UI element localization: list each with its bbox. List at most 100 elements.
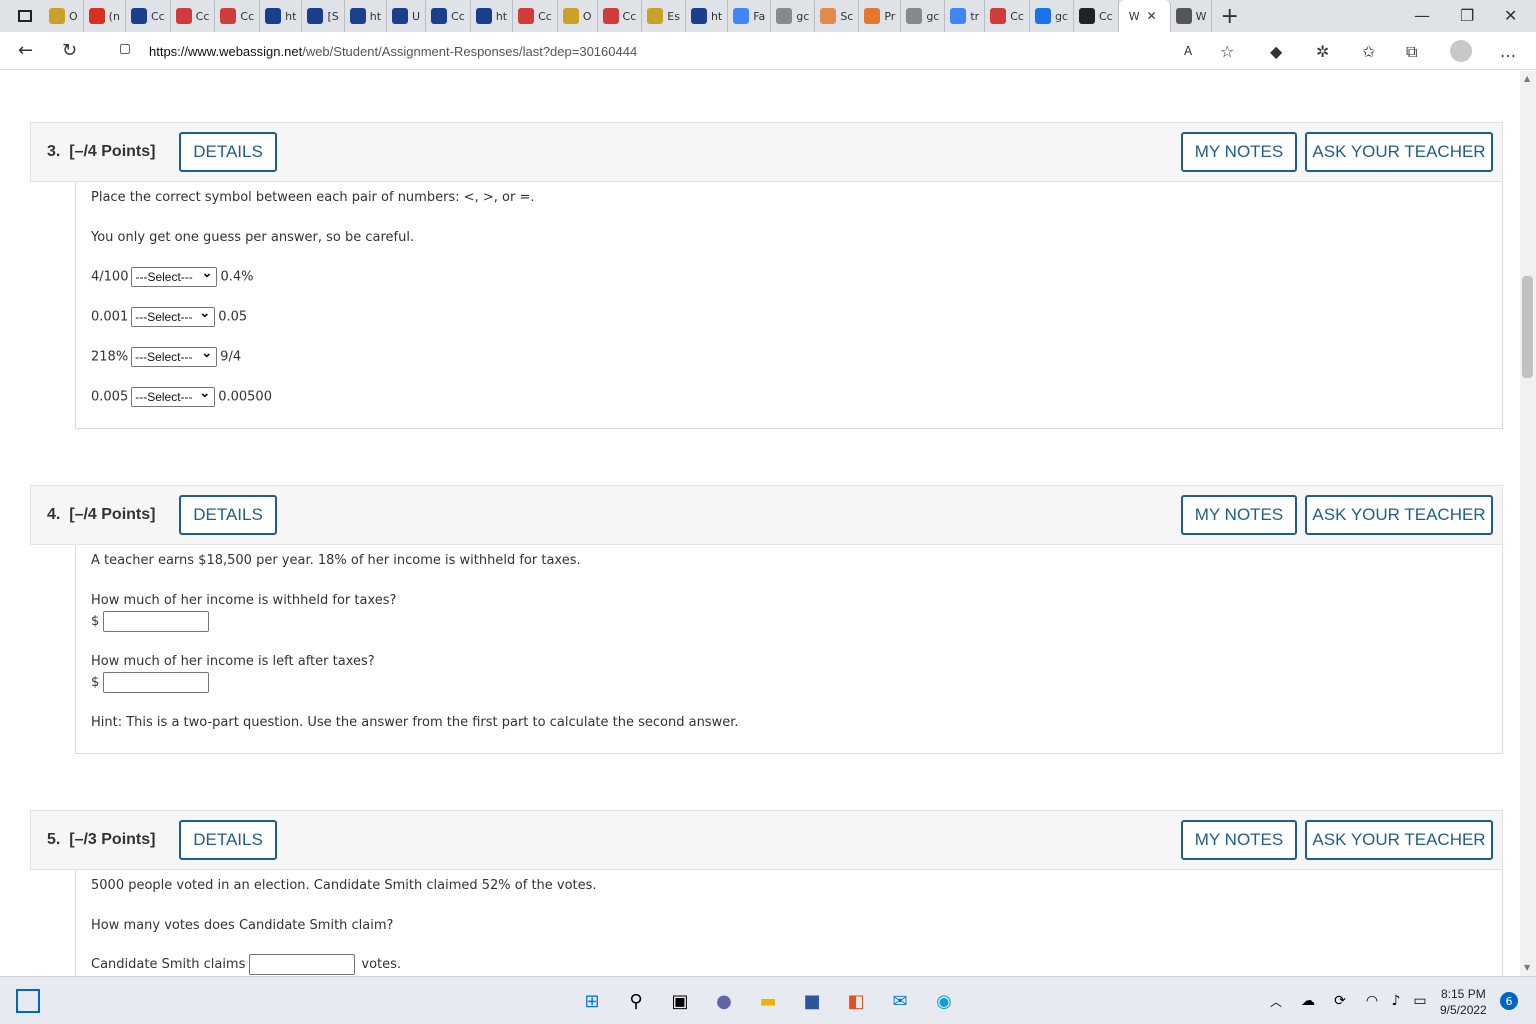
volume-icon[interactable]: ♪ — [1384, 989, 1408, 1013]
refresh-icon[interactable]: ↻ — [62, 40, 77, 61]
scroll-up-icon[interactable]: ▲ — [1524, 74, 1530, 83]
browser-tab[interactable]: ht — [260, 0, 303, 32]
c-icon — [820, 8, 837, 24]
browser-tab[interactable]: gc — [1030, 0, 1074, 32]
ask-your-teacher-button[interactable]: ASK YOUR TEACHER — [1305, 495, 1493, 535]
details-button[interactable]: DETAILS — [179, 820, 277, 860]
favorite-add-icon[interactable]: ☆ — [1220, 42, 1234, 61]
star-icon — [475, 8, 492, 24]
scroll-down-icon[interactable]: ▼ — [1524, 963, 1530, 972]
search-icon — [1034, 8, 1051, 24]
profile-avatar[interactable] — [1450, 40, 1472, 62]
chevron-up-icon[interactable]: ︿ — [1264, 989, 1288, 1013]
clock[interactable]: 8:15 PM 9/5/2022 — [1440, 986, 1487, 1018]
browser-tab[interactable]: Es — [642, 0, 686, 32]
browser-tab[interactable]: gc — [771, 0, 816, 32]
tab-title: O — [582, 9, 592, 23]
window-menu-icon[interactable] — [18, 10, 32, 22]
star-icon — [307, 8, 324, 24]
answer-prefix: Candidate Smith claims — [91, 957, 246, 972]
widgets-icon[interactable] — [16, 989, 40, 1013]
file-explorer-icon[interactable]: ▬ — [756, 989, 780, 1013]
my-notes-button[interactable]: MY NOTES — [1181, 132, 1297, 172]
browser-tab[interactable]: Cc — [426, 0, 471, 32]
extension-shield-icon[interactable]: ◆ — [1270, 42, 1282, 61]
url-field[interactable]: https://www.webassign.net/web/Student/As… — [104, 36, 1250, 66]
close-window-icon[interactable]: ✕ — [1504, 6, 1517, 25]
collections-icon[interactable]: ⧉ — [1406, 42, 1417, 62]
new-tab-button[interactable]: + — [1220, 4, 1238, 29]
store-icon[interactable]: ■ — [800, 989, 824, 1013]
browser-tab[interactable]: W — [1171, 0, 1213, 32]
extensions-icon[interactable]: ✲ — [1316, 42, 1329, 61]
browser-tab[interactable]: (n — [84, 0, 126, 32]
chat-icon[interactable]: ● — [712, 989, 736, 1013]
symbol-select[interactable]: ---Select--- — [131, 384, 216, 407]
browser-tab[interactable]: Cc — [598, 0, 643, 32]
remaining-amount-input[interactable] — [103, 672, 210, 693]
taskbar: ⊞ ⚲ ▣ ● ▬ ■ ◧ ✉ ◉ ︿ ☁ ⟳ ◠ ♪ ▭ 8:15 PM 9/5… — [0, 976, 1536, 1024]
browser-tab[interactable]: Cc — [513, 0, 558, 32]
pdf-icon — [175, 8, 192, 24]
ask-your-teacher-button[interactable]: ASK YOUR TEACHER — [1305, 132, 1493, 172]
minimize-icon[interactable]: — — [1414, 6, 1430, 25]
browser-tab[interactable]: ht — [345, 0, 388, 32]
browser-tab[interactable]: Sc — [815, 0, 860, 32]
browser-tab[interactable]: Pr — [859, 0, 902, 32]
tab-title: tr — [970, 9, 980, 23]
browser-tab[interactable]: Cc — [171, 0, 216, 32]
search-icon[interactable]: ⚲ — [624, 989, 648, 1013]
browser-tab[interactable]: U — [387, 0, 427, 32]
battery-icon[interactable]: ▭ — [1408, 989, 1432, 1013]
browser-tab[interactable]: ht — [471, 0, 514, 32]
tab-title: Cc — [1098, 9, 1113, 23]
browser-tab[interactable]: tr — [945, 0, 986, 32]
clock-time: 8:15 PM — [1441, 987, 1486, 1001]
assignment-page: 3. [–/4 Points] DETAILS MY NOTES ASK YOU… — [0, 71, 1520, 976]
symbol-select[interactable]: ---Select--- — [131, 264, 218, 287]
tab-title: Cc — [150, 9, 165, 23]
start-icon[interactable]: ⊞ — [580, 989, 604, 1013]
page-icon — [1175, 8, 1192, 24]
office-icon[interactable]: ◧ — [844, 989, 868, 1013]
more-menu-icon[interactable]: … — [1500, 42, 1516, 61]
browser-tab[interactable]: ht — [686, 0, 729, 32]
vertical-scrollbar[interactable] — [1520, 71, 1536, 976]
details-button[interactable]: DETAILS — [179, 132, 277, 172]
browser-tab[interactable]: Cc — [126, 0, 171, 32]
browser-tab[interactable]: O — [558, 0, 598, 32]
scrollbar-thumb[interactable] — [1522, 276, 1533, 378]
part-1-question: How many votes does Candidate Smith clai… — [91, 918, 394, 933]
symbol-select[interactable]: ---Select--- — [131, 344, 218, 367]
task-view-icon[interactable]: ▣ — [668, 989, 692, 1013]
favorites-icon[interactable]: ✩ — [1362, 42, 1375, 61]
browser-tab[interactable]: Cc — [985, 0, 1030, 32]
symbol-select[interactable]: ---Select--- — [131, 304, 216, 327]
back-icon[interactable]: ← — [18, 40, 33, 61]
browser-tab[interactable]: gc — [901, 0, 946, 32]
onedrive-icon[interactable]: ☁ — [1296, 989, 1320, 1013]
withheld-amount-input[interactable] — [103, 611, 210, 632]
browser-tab[interactable]: W ✕ — [1118, 0, 1171, 32]
mail-icon[interactable]: ✉ — [888, 989, 912, 1013]
browser-tab[interactable]: O — [44, 0, 84, 32]
ask-your-teacher-button[interactable]: ASK YOUR TEACHER — [1305, 820, 1493, 860]
wifi-icon[interactable]: ◠ — [1360, 989, 1384, 1013]
restore-icon[interactable]: ❐ — [1460, 6, 1474, 25]
browser-tab[interactable]: Fa — [728, 0, 772, 32]
browser-tab[interactable]: [S — [302, 0, 345, 32]
my-notes-button[interactable]: MY NOTES — [1181, 820, 1297, 860]
details-button[interactable]: DETAILS — [179, 495, 277, 535]
read-aloud-icon[interactable]: A — [1184, 44, 1192, 58]
hint-text: Hint: This is a two-part question. Use t… — [91, 715, 739, 730]
my-notes-button[interactable]: MY NOTES — [1181, 495, 1297, 535]
sync-icon[interactable]: ⟳ — [1328, 989, 1352, 1013]
browser-tab[interactable]: Cc — [1074, 0, 1119, 32]
tab-title: (n — [108, 9, 120, 23]
edge-icon[interactable]: ◉ — [932, 989, 956, 1013]
pdf-icon — [518, 8, 535, 24]
browser-tab[interactable]: Cc — [215, 0, 261, 32]
notification-badge[interactable]: 6 — [1500, 992, 1518, 1010]
google-icon — [950, 8, 967, 24]
votes-input[interactable] — [249, 954, 356, 975]
